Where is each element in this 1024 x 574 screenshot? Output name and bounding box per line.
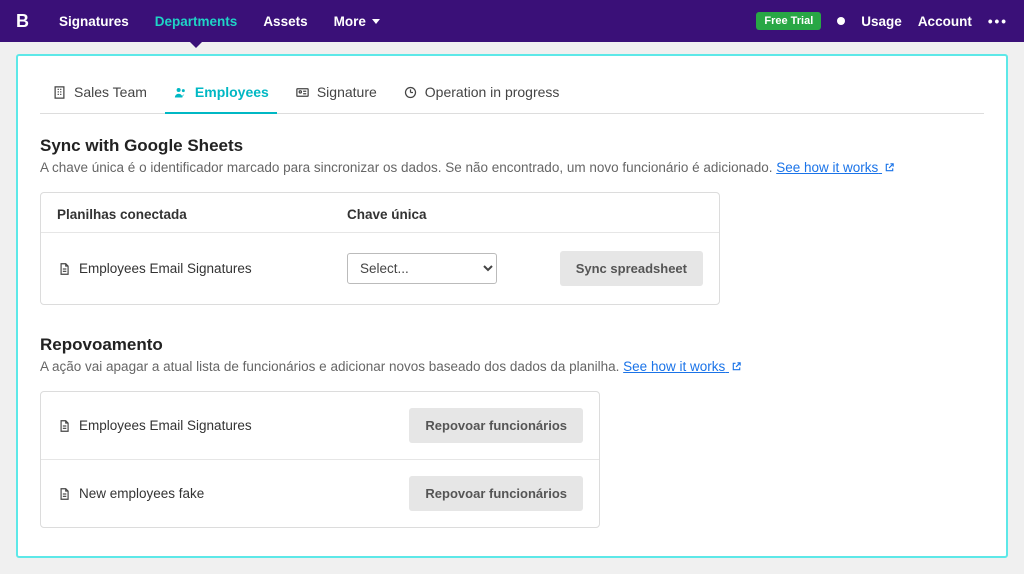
external-link-icon — [731, 360, 742, 375]
nav-left: Signatures Departments Assets More — [47, 0, 392, 42]
external-link-icon — [884, 161, 895, 176]
sync-card-header: Planilhas conectada Chave única — [41, 193, 719, 232]
tab-label: Signature — [317, 84, 377, 100]
clock-icon — [403, 85, 418, 100]
tab-sales-team[interactable]: Sales Team — [44, 74, 155, 114]
key-select[interactable]: Select... — [347, 253, 497, 284]
file-icon — [57, 486, 71, 502]
sync-spreadsheet-button[interactable]: Sync spreadsheet — [560, 251, 703, 286]
app-logo: B — [16, 11, 29, 32]
repop-desc-text: A ação vai apagar a atual lista de funci… — [40, 359, 623, 374]
ellipsis-icon[interactable]: ••• — [988, 14, 1008, 29]
sync-btn-cell: Sync spreadsheet — [560, 251, 703, 286]
repop-sheet-cell: Employees Email Signatures — [57, 418, 252, 434]
top-nav: B Signatures Departments Assets More Fre… — [0, 0, 1024, 42]
tab-label: Sales Team — [74, 84, 147, 100]
repop-link-text: See how it works — [623, 359, 725, 374]
sync-desc: A chave única é o identificador marcado … — [40, 160, 984, 176]
nav-account[interactable]: Account — [918, 14, 972, 29]
main-panel: Sales Team Employees Signature Operation… — [16, 54, 1008, 558]
repop-row: Employees Email Signatures Repovoar func… — [41, 392, 599, 459]
tab-label: Employees — [195, 84, 269, 100]
sync-title: Sync with Google Sheets — [40, 136, 984, 156]
nav-usage[interactable]: Usage — [861, 14, 902, 29]
repop-sheet-name: Employees Email Signatures — [79, 418, 252, 433]
repopulate-button[interactable]: Repovoar funcionários — [409, 476, 583, 511]
nav-more-label: More — [334, 14, 366, 29]
repop-sheet-cell: New employees fake — [57, 486, 204, 502]
key-cell: Select... — [347, 253, 527, 284]
status-dot-icon — [837, 17, 845, 25]
id-card-icon — [295, 85, 310, 100]
col-key: Chave única — [347, 207, 527, 222]
tab-signature[interactable]: Signature — [287, 74, 385, 114]
sync-desc-text: A chave única é o identificador marcado … — [40, 160, 776, 175]
sheet-name: Employees Email Signatures — [79, 261, 252, 276]
repop-how-link[interactable]: See how it works — [623, 359, 742, 374]
repop-sheet-name: New employees fake — [79, 486, 204, 501]
nav-right: Free Trial Usage Account ••• — [756, 12, 1008, 30]
sync-link-text: See how it works — [776, 160, 878, 175]
users-icon — [173, 85, 188, 100]
repop-desc: A ação vai apagar a atual lista de funci… — [40, 359, 984, 375]
nav-departments[interactable]: Departments — [143, 0, 250, 42]
sync-row: Employees Email Signatures Select... Syn… — [41, 232, 719, 304]
repop-row: New employees fake Repovoar funcionários — [41, 459, 599, 527]
sync-card: Planilhas conectada Chave única Employee… — [40, 192, 720, 305]
col-connected: Planilhas conectada — [57, 207, 347, 222]
repop-title: Repovoamento — [40, 335, 984, 355]
free-trial-badge[interactable]: Free Trial — [756, 12, 821, 30]
nav-more[interactable]: More — [322, 0, 392, 42]
tab-operation[interactable]: Operation in progress — [395, 74, 568, 114]
file-icon — [57, 418, 71, 434]
caret-down-icon — [372, 19, 380, 24]
tab-employees[interactable]: Employees — [165, 74, 277, 114]
file-icon — [57, 261, 71, 277]
building-icon — [52, 85, 67, 100]
repopulate-button[interactable]: Repovoar funcionários — [409, 408, 583, 443]
nav-assets[interactable]: Assets — [251, 0, 319, 42]
nav-signatures[interactable]: Signatures — [47, 0, 141, 42]
sheet-cell: Employees Email Signatures — [57, 261, 347, 277]
tab-label: Operation in progress — [425, 84, 560, 100]
tab-bar: Sales Team Employees Signature Operation… — [40, 74, 984, 114]
sync-how-link[interactable]: See how it works — [776, 160, 895, 175]
repop-card: Employees Email Signatures Repovoar func… — [40, 391, 600, 528]
